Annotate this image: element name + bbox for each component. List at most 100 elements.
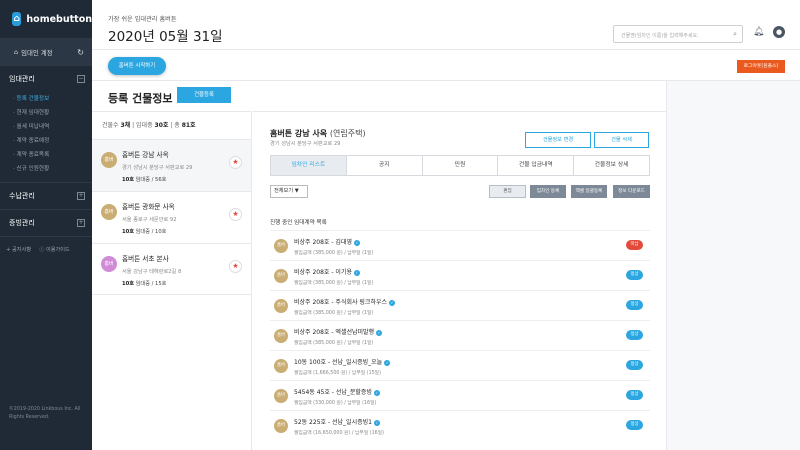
nav-item-registered-buildings[interactable]: · 등록 건물정보 [13,92,92,106]
tenant-name-text: 10동 100호 - 선납_일시증빙_오늘 [294,359,383,366]
nav-head-evidence[interactable]: 증빙관리 + [0,210,92,236]
verified-icon: ✓ [353,270,360,276]
nav-item-current-rentals[interactable]: · 현재 임대현황 [13,106,92,120]
search-placeholder: 건물명(임차인 이름)을 입력해주세요. [621,33,699,39]
detail-type: (연립주택) [329,129,366,138]
favorite-star-icon[interactable]: ★ [229,260,242,273]
search-icon[interactable]: ⌕ [733,30,737,39]
nav-head-label: 임대관리 [9,75,35,83]
add-tenant-button[interactable]: 임차인 등록 [530,185,566,198]
verified-icon: ✓ [384,360,391,366]
detail-tabs: 임차인 리스트 공지 민원 건물 입금내역 건물정보 상세 [270,155,650,176]
info-icon: ⓘ [39,247,46,253]
tenant-row[interactable]: 홈버 비상주 208호 - 엑셀선납미발행 ✓ 월임금액 (385,000 원) … [270,320,650,350]
favorite-star-icon[interactable]: ★ [229,156,242,169]
guide-link[interactable]: ⓘ 이용가이드 [39,246,70,253]
count-label: 건물수 [102,122,119,129]
verified-icon: ✓ [376,330,383,336]
leased: 10호 [122,281,134,287]
edit-button[interactable]: 편집 [489,185,526,198]
tab-building-info[interactable]: 건물정보 상세 [574,156,649,175]
tenant-rent: 월임금액 (385,000 원) / 납부일 (1일) [294,341,374,346]
tenant-name-text: 5454동 45호 - 선납_분할증빙 [294,389,372,396]
edit-building-button[interactable]: 건물정보 변경 [525,132,591,148]
register-building-button[interactable]: 건물등록 [177,87,231,103]
tagline: 가장 쉬운 임대관리 홈버튼 [108,16,177,23]
leased-count: 30호 [154,122,169,129]
excel-upload-button[interactable]: 엑셀 일괄등록 [571,185,607,198]
tenant-name: 52동 225호 - 선납_일시증빙1 ✓ [294,417,380,426]
tab-complaint[interactable]: 민원 [423,156,499,175]
tenant-name-text: 비상주 208호 - 엑셀선납미발행 [294,329,375,336]
logout-button[interactable]: 로그아웃(원플스) [737,60,785,73]
tenant-rent: 월임금액 (385,000 원) / 납부일 (1일) [294,281,374,286]
tenant-name-text: 52동 225호 - 선납_일시증빙1 [294,419,372,426]
current-date: 2020년 05월 31일 [108,29,223,45]
start-button[interactable]: 홈버튼 시작하기 [108,57,166,75]
expand-icon[interactable]: + [77,192,85,200]
total-count: 81호 [181,122,196,129]
nav-item-expiring-contracts[interactable]: · 계약 종료예정 [13,134,92,148]
brand-logo[interactable]: ⌂ homebutton [0,0,92,38]
building-card[interactable]: 홈버 홈버튼 서초 본사 서울 강남구 테헤란로2길 8 10호 임대중 / 1… [92,243,251,295]
nav-item-ended-contracts[interactable]: · 계약 종료목록 [13,148,92,162]
brand-name: homebutton [26,13,92,25]
tenant-rent: 월임금액 (16,650,000 원) / 납부일 (16일) [294,431,385,436]
section-title: 진행 중인 임대계약 목록 [270,220,327,226]
verified-icon: ✓ [373,390,380,396]
verified-icon: ✓ [373,420,380,426]
account-bar: ⌂ 임대인 계정 ↻ [0,38,92,66]
tenant-name: 비상주 208호 - 이기용 ✓ [294,267,360,276]
nav-item-new-members[interactable]: · 신규 인원현황 [13,162,92,176]
action-bar: 홈버튼 시작하기 로그아웃(원플스) [92,50,800,81]
tenant-row[interactable]: 홈버 비상주 208호 - 김대영 ✓ 월임금액 (385,000 원) / 납부… [270,230,650,260]
notice-link[interactable]: + 공지사항 [6,246,31,253]
bell-icon[interactable]: 🔔︎ [753,27,764,37]
status-badge: 정상 [626,300,643,310]
tab-tenant-list[interactable]: 임차인 리스트 [271,156,347,175]
tenant-avatar: 홈버 [274,329,288,343]
building-list: 건물수 3채 | 임대중 30호 | 총 81호 홈버 홈버튼 강남 사옥 경기… [92,111,252,450]
nav-head-label: 수납관리 [9,192,35,200]
expand-icon[interactable]: + [77,219,85,227]
collapse-icon[interactable]: − [77,75,85,83]
tenant-row[interactable]: 홈버 비상주 208호 - 이기용 ✓ 월임금액 (385,000 원) / 납부… [270,260,650,290]
search-input[interactable]: 건물명(임차인 이름)을 입력해주세요. ⌕ [613,25,743,43]
tenant-name-text: 비상주 208호 - 김대영 [294,239,352,246]
page-title: 등록 건물정보 [108,92,173,105]
nav-section-collection: 수납관리 + [0,183,92,210]
tenant-name: 비상주 208호 - 주식회사 링크하우스 ✓ [294,297,396,306]
nav-head-rental[interactable]: 임대관리 − [0,66,92,92]
tenant-name: 비상주 208호 - 엑셀선납미발행 ✓ [294,327,383,336]
refresh-icon[interactable]: ↻ [77,48,84,57]
tenant-row[interactable]: 홈버 비상주 208호 - 주식회사 링크하우스 ✓ 월임금액 (385,000 … [270,290,650,320]
tenant-name: 5454동 45호 - 선납_분할증빙 ✓ [294,387,380,396]
building-counts: 건물수 3채 | 임대중 30호 | 총 81호 [102,122,196,129]
status-badge: 정상 [626,330,643,340]
nav-section-rental: 임대관리 − · 등록 건물정보 · 현재 임대현황 · 월세 미납내역 · 계… [0,66,92,183]
favorite-star-icon[interactable]: ★ [229,208,242,221]
tenant-row[interactable]: 홈버 10동 100호 - 선납_일시증빙_오늘 ✓ 월임금액 (1,666,50… [270,350,650,380]
guide-label: 이용가이드 [45,247,70,253]
verified-icon: ✓ [389,300,396,306]
building-card[interactable]: 홈버 홈버튼 강남 사옥 경기 성남시 분당구 서판교로 29 10호 임대중 … [92,139,251,191]
nav-item-unpaid-rent[interactable]: · 월세 미납내역 [13,120,92,134]
tenant-name: 10동 100호 - 선납_일시증빙_오늘 ✓ [294,357,391,366]
tenant-row[interactable]: 홈버 52동 225호 - 선납_일시증빙1 ✓ 월임금액 (16,650,000… [270,410,650,440]
download-button[interactable]: 정보 다운로드 [613,185,650,198]
nav-head-collection[interactable]: 수납관리 + [0,183,92,209]
tab-deposits[interactable]: 건물 입금내역 [498,156,575,175]
tab-notice[interactable]: 공지 [347,156,423,175]
building-avatar: 홈버 [101,152,117,168]
status-badge: 미납 [626,240,643,250]
building-detail: 홈버튼 강남 사옥 (연립주택) 경기 성남시 분당구 서판교로 29 건물정보… [253,111,666,450]
user-icon[interactable]: ● [773,26,785,38]
building-card[interactable]: 홈버 홈버튼 광화문 사옥 서울 종로구 세문안로 92 10호 임대중 / 1… [92,191,251,243]
building-occupancy: 10호 임대중 / 56호 [122,177,167,183]
delete-building-button[interactable]: 건물 삭제 [594,132,649,148]
tenant-row[interactable]: 홈버 5454동 45호 - 선납_분할증빙 ✓ 월임금액 (330,000 원)… [270,380,650,410]
count-label: 임대중 [136,122,153,129]
nav-sub-list: · 등록 건물정보 · 현재 임대현황 · 월세 미납내역 · 계약 종료예정 … [0,92,92,182]
leased: 10호 [122,177,134,183]
filter-select[interactable]: 전체보기 ▼ [270,185,308,198]
